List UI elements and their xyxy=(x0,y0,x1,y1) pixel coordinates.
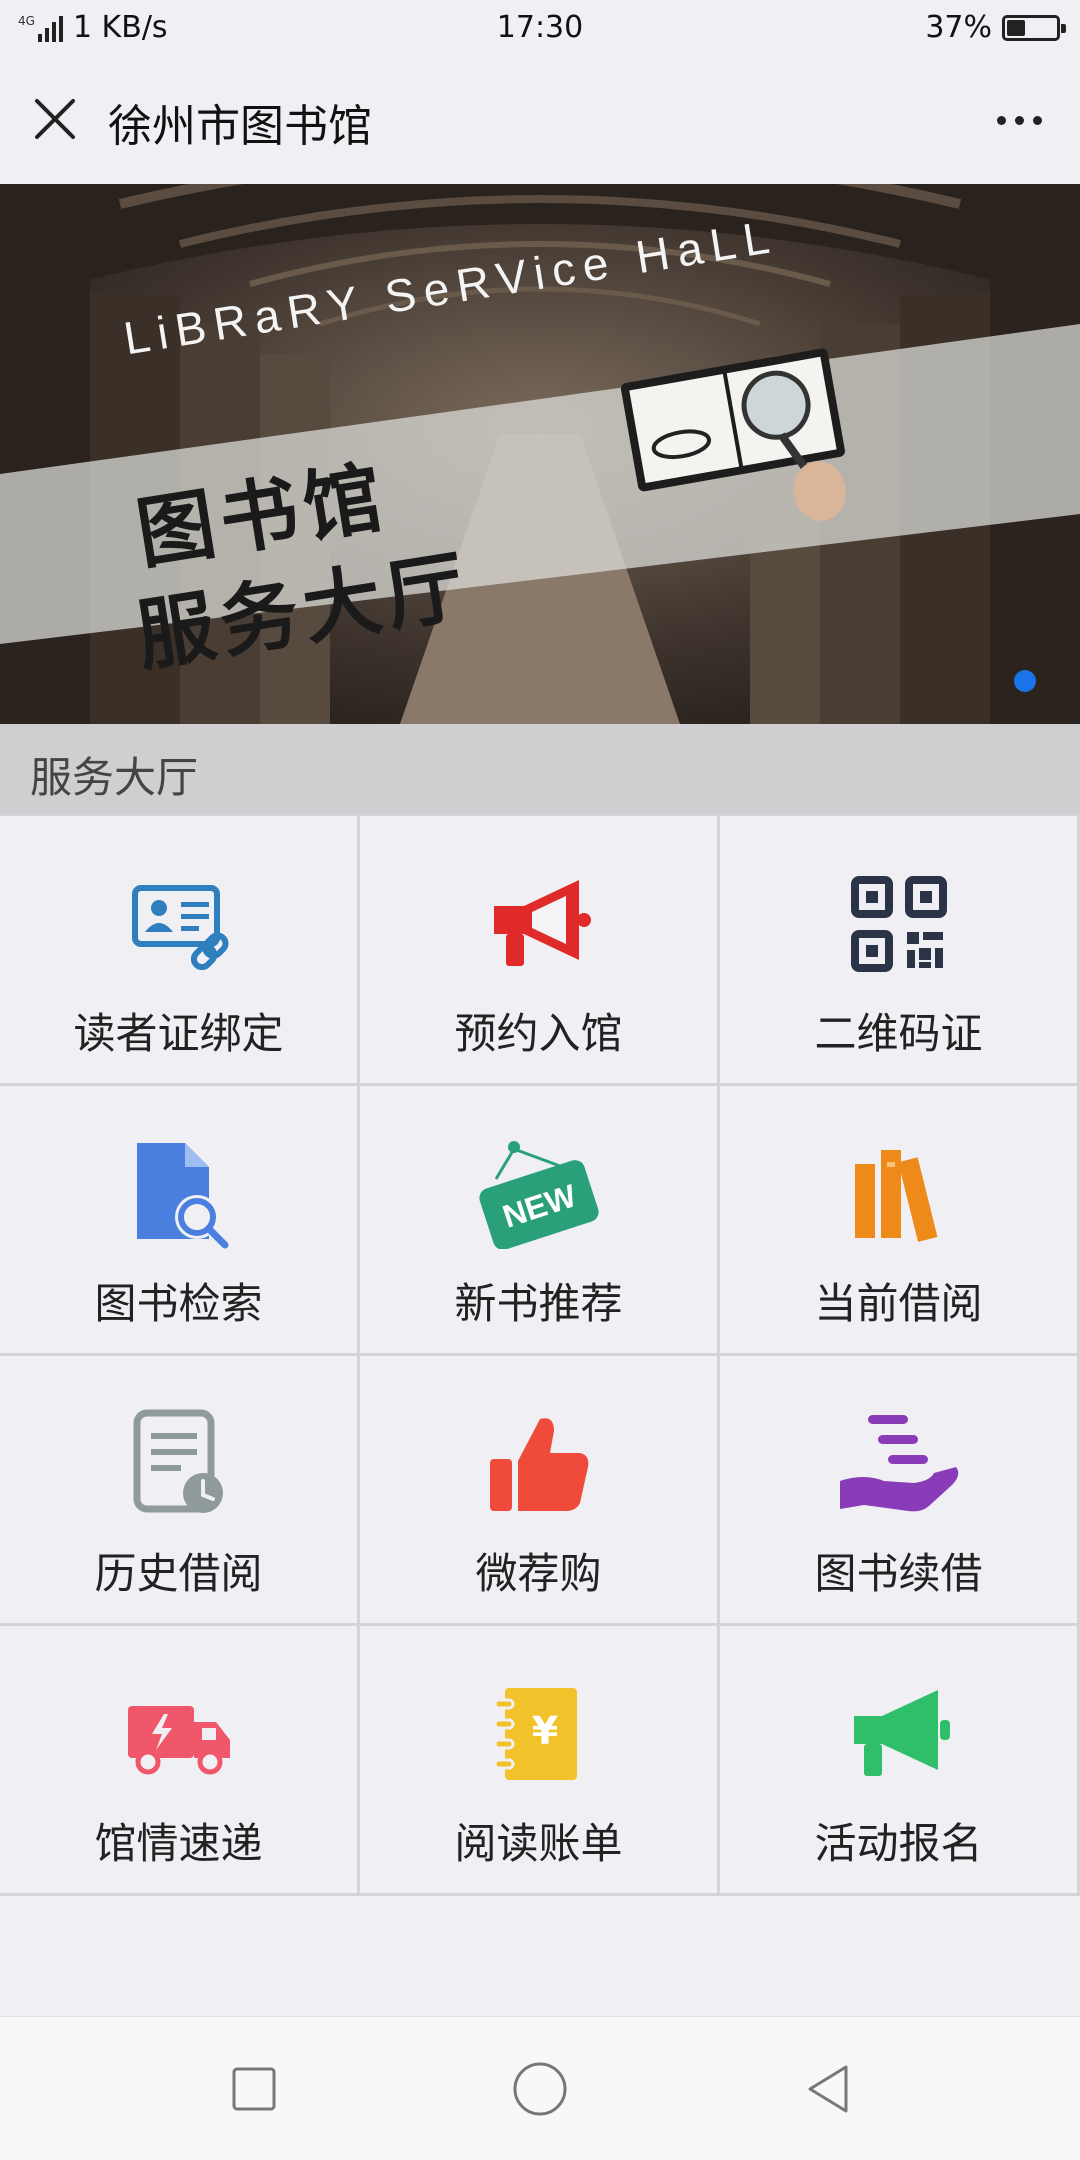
triangle-back-icon xyxy=(808,2065,848,2113)
service-new-books[interactable]: NEW 新书推荐 xyxy=(360,1086,720,1356)
qr-code-icon xyxy=(720,872,1077,976)
service-recommend-purchase[interactable]: 微荐购 xyxy=(360,1356,720,1626)
service-reader-card-binding[interactable]: 读者证绑定 xyxy=(0,816,360,1086)
more-dot xyxy=(996,115,1006,125)
reader-card-link-icon xyxy=(0,872,357,976)
service-label: 二维码证 xyxy=(814,1009,983,1058)
svg-text:¥: ¥ xyxy=(531,1709,557,1753)
more-dot xyxy=(1014,115,1024,125)
service-event-signup[interactable]: 活动报名 xyxy=(720,1626,1080,1896)
hand-give-icon xyxy=(720,1412,1077,1516)
page-title: 徐州市图书馆 xyxy=(108,101,372,152)
close-button[interactable] xyxy=(22,86,88,152)
clock: 17:30 xyxy=(496,10,584,45)
new-sign-icon: NEW xyxy=(360,1141,717,1249)
title-bar: 徐州市图书馆 xyxy=(0,56,1080,184)
megaphone-icon xyxy=(360,872,717,976)
service-label: 读者证绑定 xyxy=(73,1009,284,1058)
service-label: 活动报名 xyxy=(814,1819,983,1868)
battery-fill xyxy=(1007,19,1025,36)
carousel-indicator[interactable] xyxy=(1014,670,1036,692)
system-navigation-bar xyxy=(0,2016,1080,2160)
bill-notebook-icon: ¥ xyxy=(360,1682,717,1786)
status-right: 37% xyxy=(925,10,1066,45)
battery-percent: 37% xyxy=(925,10,992,45)
service-label: 历史借阅 xyxy=(94,1549,263,1598)
service-label: 馆情速递 xyxy=(94,1819,263,1868)
back-button[interactable] xyxy=(796,2057,860,2121)
service-label: 新书推荐 xyxy=(454,1279,623,1328)
service-current-borrowing[interactable]: 当前借阅 xyxy=(720,1086,1080,1356)
service-reservation[interactable]: 预约入馆 xyxy=(360,816,720,1086)
service-label: 微荐购 xyxy=(475,1549,602,1598)
service-qr-card[interactable]: 二维码证 xyxy=(720,816,1080,1086)
service-grid: 读者证绑定 预约入馆 二维码证 图书检索 NEW 新书推荐 当前借阅 历史借阅 … xyxy=(0,814,1080,1896)
service-label: 图书续借 xyxy=(814,1549,983,1598)
thumbs-up-icon xyxy=(360,1412,717,1516)
delivery-truck-icon xyxy=(0,1682,357,1786)
recent-apps-button[interactable] xyxy=(222,2057,286,2121)
service-book-search[interactable]: 图书检索 xyxy=(0,1086,360,1356)
service-label: 预约入馆 xyxy=(454,1009,623,1058)
more-options-button[interactable] xyxy=(984,90,1054,150)
app-screen: 4G 1 KB/s 17:30 37% 徐州市图书馆 LiBRaRY SeRVi… xyxy=(0,0,1080,2160)
square-icon xyxy=(232,2067,276,2111)
service-reading-bill[interactable]: ¥ 阅读账单 xyxy=(360,1626,720,1896)
service-label: 阅读账单 xyxy=(454,1819,623,1868)
battery-icon xyxy=(1002,14,1066,41)
circle-icon xyxy=(513,2062,567,2116)
document-search-icon xyxy=(0,1142,357,1249)
activity-megaphone-icon xyxy=(720,1682,1077,1786)
close-icon xyxy=(35,99,75,139)
section-title: 服务大厅 xyxy=(30,753,199,802)
home-button[interactable] xyxy=(508,2057,572,2121)
service-history-borrowing[interactable]: 历史借阅 xyxy=(0,1356,360,1626)
service-library-news[interactable]: 馆情速递 xyxy=(0,1626,360,1896)
more-dot xyxy=(1032,115,1042,125)
service-label: 当前借阅 xyxy=(814,1279,983,1328)
books-icon xyxy=(720,1142,1077,1246)
section-header: 服务大厅 xyxy=(0,724,1080,814)
service-label: 图书检索 xyxy=(94,1279,263,1328)
service-book-renewal[interactable]: 图书续借 xyxy=(720,1356,1080,1626)
banner-carousel[interactable]: LiBRaRY SeRVice HaLL 图书馆 服务大厅 xyxy=(0,184,1080,724)
status-bar: 4G 1 KB/s 17:30 37% xyxy=(0,0,1080,56)
history-document-icon xyxy=(0,1409,357,1516)
